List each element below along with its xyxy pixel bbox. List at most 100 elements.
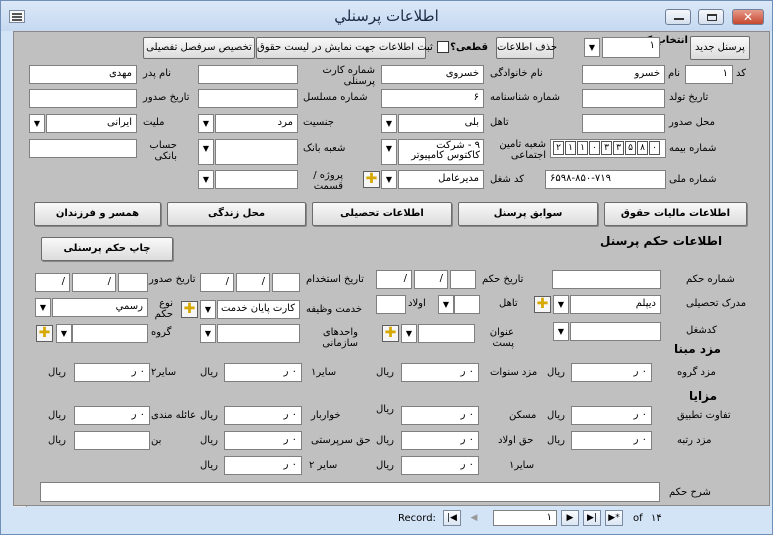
- social-branch-field[interactable]: ٩ - شرکت کاکتوس کامپیوتر: [398, 139, 484, 165]
- issue2-year-field[interactable]: /: [35, 273, 70, 292]
- supervision-field[interactable]: ٠ ر: [224, 431, 302, 450]
- employ-month-field[interactable]: /: [236, 273, 270, 292]
- years-wage-field[interactable]: ٠ ر: [401, 363, 479, 382]
- final-checkbox[interactable]: [437, 41, 449, 53]
- next-record-icon[interactable]: ▶: [561, 510, 579, 526]
- group-wage-field[interactable]: ٠ ر: [571, 363, 652, 382]
- children-field[interactable]: [376, 295, 406, 314]
- apply-diff-field[interactable]: ٠ ر: [571, 406, 652, 425]
- bon-field[interactable]: [74, 431, 150, 450]
- bank-account-field[interactable]: [29, 139, 137, 158]
- decree-marital-field[interactable]: [454, 295, 480, 314]
- post-title-field[interactable]: [418, 324, 475, 343]
- chevron-down-icon[interactable]: ▼: [381, 114, 397, 133]
- benefit-other2-field[interactable]: ٠ ر: [224, 456, 302, 475]
- group-field[interactable]: [72, 324, 148, 343]
- bank-branch-field[interactable]: [215, 139, 298, 165]
- decree-month-field[interactable]: /: [414, 270, 448, 289]
- code-field[interactable]: ١: [685, 65, 733, 84]
- unit-label: ریال: [547, 367, 565, 378]
- child-right-field[interactable]: ٠ ر: [401, 431, 479, 450]
- serial-field[interactable]: [198, 89, 298, 108]
- add-job-code-icon[interactable]: ✚: [363, 171, 380, 188]
- national-id-field[interactable]: ۶۵٨-٩٨۵٧١٩-٠: [545, 170, 666, 189]
- last-record-icon[interactable]: ▶|: [583, 510, 601, 526]
- add-service-icon[interactable]: ✚: [181, 301, 198, 318]
- chevron-down-icon[interactable]: ▼: [35, 298, 51, 317]
- tab-tax-info[interactable]: اطلاعات ماليات حقوق: [604, 202, 747, 226]
- chevron-down-icon[interactable]: ▼: [381, 170, 397, 189]
- issue-place-field[interactable]: [582, 114, 665, 133]
- current-record-field[interactable]: ١: [493, 510, 557, 526]
- edu-field[interactable]: دیپلم: [570, 295, 661, 314]
- family-field[interactable]: ٠ ر: [74, 406, 150, 425]
- chevron-down-icon[interactable]: ▼: [401, 324, 417, 343]
- issue-date-field[interactable]: [29, 89, 137, 108]
- units-field[interactable]: [217, 324, 300, 343]
- insurance-digit: ۵: [625, 141, 636, 155]
- groceries-field[interactable]: ٠ ر: [224, 406, 302, 425]
- chevron-down-icon[interactable]: ▼: [29, 114, 45, 133]
- tab-residence[interactable]: محل زندگی: [167, 202, 306, 226]
- chevron-down-icon[interactable]: ▼: [438, 295, 454, 314]
- previous-record-icon[interactable]: ◀: [465, 510, 483, 526]
- issue2-day-field[interactable]: [118, 273, 148, 292]
- new-personnel-button[interactable]: پرسنل جديد: [690, 36, 750, 60]
- maximize-button[interactable]: [698, 9, 724, 25]
- job-code-field[interactable]: مدیرعامل: [398, 170, 484, 189]
- chevron-down-icon[interactable]: ▼: [200, 324, 216, 343]
- new-record-icon[interactable]: ▶*: [605, 510, 623, 526]
- delete-info-button[interactable]: حذف اطلاعات: [496, 37, 557, 59]
- marital-field[interactable]: بلی: [398, 114, 484, 133]
- benefit-other1-field[interactable]: ٠ ر: [401, 456, 479, 475]
- chevron-down-icon[interactable]: ▼: [200, 300, 216, 319]
- card-field[interactable]: [198, 65, 298, 84]
- insurance-digit: ٣: [613, 141, 624, 155]
- chevron-down-icon[interactable]: ▼: [198, 114, 214, 133]
- add-post-title-icon[interactable]: ✚: [382, 325, 399, 342]
- employ-day-field[interactable]: [272, 273, 300, 292]
- minimize-button[interactable]: [665, 9, 691, 25]
- family-field[interactable]: خسروی: [381, 65, 484, 84]
- add-group-icon[interactable]: ✚: [36, 325, 53, 342]
- project-field[interactable]: [215, 170, 298, 189]
- decree-number-field[interactable]: [552, 270, 661, 289]
- tab-personnel-history[interactable]: سوابق پرسنل: [458, 202, 598, 226]
- base-other1-field[interactable]: ٠ ر: [224, 363, 302, 382]
- decree-day-field[interactable]: [450, 270, 476, 289]
- tab-education-info[interactable]: اطلاعات تحصیلی: [312, 202, 452, 226]
- birth-date-field[interactable]: [582, 89, 665, 108]
- chevron-down-icon[interactable]: ▼: [381, 139, 397, 165]
- father-field[interactable]: مهدی: [29, 65, 137, 84]
- decree-type-field[interactable]: رسمي: [52, 298, 148, 317]
- select-code-field[interactable]: ١: [602, 37, 660, 58]
- decree-job-field[interactable]: [570, 322, 661, 341]
- first-record-icon[interactable]: |◀: [443, 510, 461, 526]
- chevron-down-icon[interactable]: ▼: [553, 295, 569, 314]
- chevron-down-icon[interactable]: ▼: [198, 139, 214, 165]
- chevron-down-icon[interactable]: ▼: [56, 324, 72, 343]
- base-other2-field[interactable]: ٠ ر: [74, 363, 150, 382]
- register-info-button[interactable]: ثبت اطلاعات جهت نمایش در ليست حقوق: [256, 37, 433, 59]
- service-field[interactable]: کارت پایان خدمت: [217, 300, 300, 319]
- chevron-down-icon[interactable]: ▼: [198, 170, 214, 189]
- nationality-field[interactable]: ایرانی: [46, 114, 137, 133]
- print-decree-button[interactable]: چاپ حکم پرسنلی: [41, 237, 173, 261]
- add-edu-icon[interactable]: ✚: [534, 296, 551, 313]
- tab-spouse-children[interactable]: همسر و فرزندان: [34, 202, 161, 226]
- close-button[interactable]: ✕: [732, 9, 764, 25]
- issue2-month-field[interactable]: /: [72, 273, 116, 292]
- decree-year-field[interactable]: /: [376, 270, 412, 289]
- chevron-down-icon[interactable]: ▼: [584, 38, 600, 57]
- insurance-field[interactable]: ٢١١٠٣٣۵٨٠: [550, 139, 666, 158]
- gender-field[interactable]: مرد: [215, 114, 298, 133]
- housing-field[interactable]: ٠ ر: [401, 406, 479, 425]
- rank-wage-field[interactable]: ٠ ر: [571, 431, 652, 450]
- id-number-field[interactable]: ۶: [381, 89, 484, 108]
- name-field[interactable]: خسرو: [582, 65, 665, 84]
- employ-date-label: تاریخ استخدام: [306, 274, 364, 285]
- description-field[interactable]: [40, 482, 660, 502]
- employ-year-field[interactable]: /: [200, 273, 234, 292]
- chevron-down-icon[interactable]: ▼: [553, 322, 569, 341]
- assign-detail-button[interactable]: تخصیص سرفصل تفصیلی: [143, 37, 255, 59]
